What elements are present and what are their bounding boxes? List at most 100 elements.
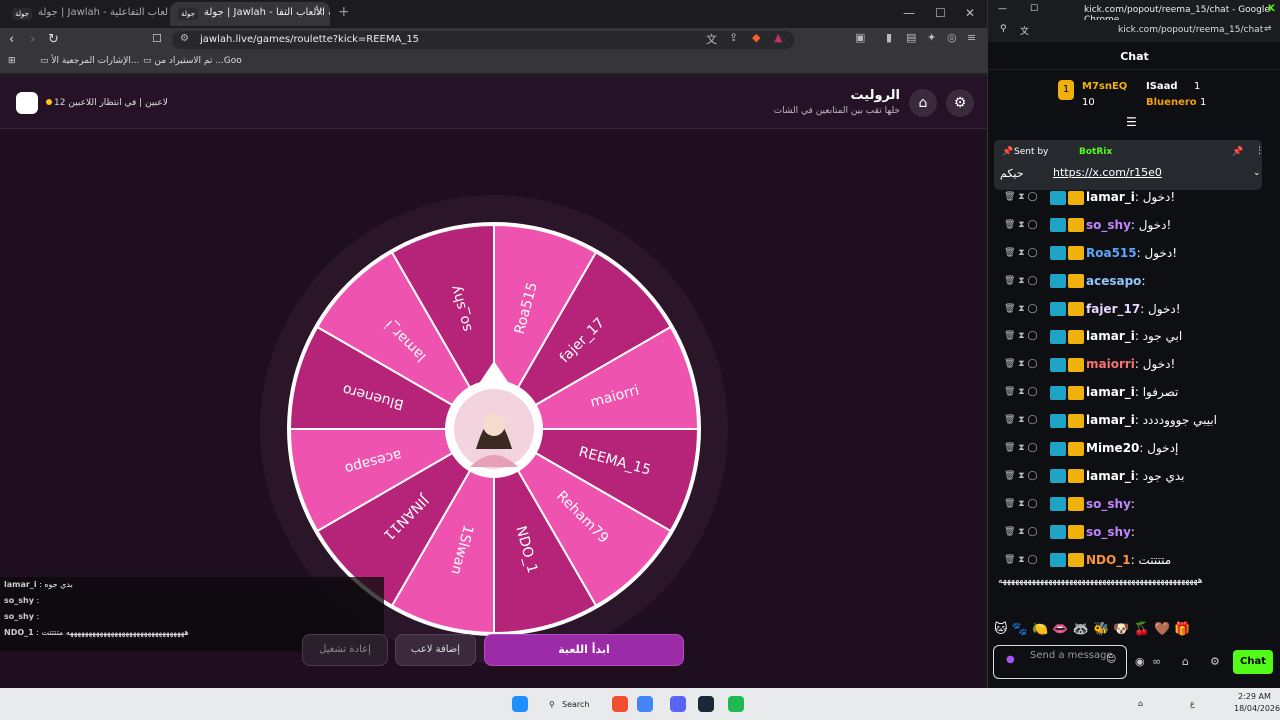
minimize-icon[interactable]: — [903, 6, 915, 20]
new-tab-icon[interactable]: + [338, 4, 350, 20]
screenshot-icon[interactable]: ▣ [855, 31, 865, 44]
forward-icon[interactable]: › [30, 32, 35, 47]
translate-icon[interactable]: 文 [706, 31, 717, 47]
window-menu-icon[interactable]: — [998, 4, 1007, 14]
vpn-icon[interactable]: ◎ [947, 31, 957, 44]
emote-icon[interactable]: 👄 [1052, 622, 1068, 637]
url-field[interactable]: ⚙ jawlah.live/games/roulette?kick=REEMA_1… [172, 31, 794, 49]
delete-icon[interactable]: 🗑 ⧗ ◯ [1004, 527, 1038, 537]
emote-icon[interactable]: 🦝 [1073, 622, 1089, 637]
emote-icon[interactable]: 🍒 [1134, 622, 1150, 637]
jawlah-logo-icon[interactable] [16, 92, 38, 114]
delete-icon[interactable]: 🗑 ⧗ ◯ [1004, 415, 1038, 425]
windows-start-icon[interactable] [512, 696, 528, 712]
search-icon[interactable]: ⚲ [549, 700, 555, 709]
site-info-icon[interactable]: ⚙ [180, 33, 189, 44]
close-tab-icon[interactable]: ✕ [315, 6, 324, 19]
chat-username[interactable]: so_shy [1086, 218, 1131, 232]
chat-username[interactable]: Roa515 [1086, 246, 1137, 260]
emote-icon[interactable]: 🐱 [994, 622, 1008, 637]
mic-icon[interactable]: ● [1006, 654, 1015, 665]
chat-username[interactable]: acesapo [1086, 274, 1141, 288]
start-game-button[interactable]: ابدأ اللعبة [484, 634, 684, 666]
add-player-button[interactable]: إضافة لاعب [395, 634, 476, 666]
restore-icon[interactable]: ☐ [1030, 4, 1038, 14]
language-icon[interactable]: ع [1190, 699, 1195, 708]
bookmark-folder-imported[interactable]: ▭ تم الاستيراد من ...Goo [143, 56, 242, 66]
infinity-icon[interactable]: ∞ [1152, 655, 1161, 668]
more-icon[interactable]: ⋮ [1255, 146, 1264, 156]
brave-shield-icon[interactable]: ◆ [752, 31, 760, 44]
emote-icon[interactable]: 🐶 [1113, 622, 1129, 637]
delete-icon[interactable]: 🗑 ⧗ ◯ [1004, 192, 1038, 202]
emote-icon[interactable]: 🍋 [1032, 622, 1048, 637]
maximize-icon[interactable]: ☐ [935, 6, 946, 20]
bookmark-icon[interactable]: ☐ [152, 32, 162, 45]
pinned-message[interactable]: 📌 Sent by BotRix 📌 ⋮ حيكم https://x.com/… [994, 140, 1264, 190]
delete-icon[interactable]: 🗑 ⧗ ◯ [1004, 471, 1038, 481]
rewards-icon[interactable]: ▲ [774, 31, 782, 44]
chat-username[interactable]: lamar_i [1086, 413, 1135, 427]
delete-icon[interactable]: 🗑 ⧗ ◯ [1004, 359, 1038, 369]
delete-icon[interactable]: 🗑 ⧗ ◯ [1004, 387, 1038, 397]
chat-username[interactable]: lamar_i [1086, 385, 1135, 399]
chat-username[interactable]: lamar_i [1086, 329, 1135, 343]
reset-button[interactable]: إعادة تشغيل [302, 634, 388, 666]
delete-icon[interactable]: 🗑 ⧗ ◯ [1004, 331, 1038, 341]
tab-jawlah-1[interactable]: جولة جولة | Jawlah - منصة الألعاب التفاعل… [4, 2, 168, 26]
discord-icon[interactable] [670, 696, 686, 712]
menu-icon[interactable]: ≡ [967, 31, 976, 44]
bits-icon[interactable]: ◉ [1135, 655, 1145, 668]
translate-icon[interactable]: 文 [1020, 24, 1029, 37]
chat-username[interactable]: fajer_17 [1086, 302, 1140, 316]
delete-icon[interactable]: 🗑 ⧗ ◯ [1004, 220, 1038, 230]
chat-username[interactable]: so_shy [1086, 525, 1131, 539]
store-icon[interactable]: ⌂ [1182, 655, 1189, 668]
reload-icon[interactable]: ↻ [48, 32, 59, 47]
steam-icon[interactable] [698, 696, 714, 712]
spotify-icon[interactable] [728, 696, 744, 712]
delete-icon[interactable]: 🗑 ⧗ ◯ [1004, 499, 1038, 509]
bookmark-folder-main[interactable]: ▭ الإشارات المرجعية الأ... [40, 56, 139, 66]
leo-icon[interactable]: ✦ [927, 31, 936, 44]
chat-username[interactable]: NDO_1 [1086, 553, 1131, 567]
chat-username[interactable]: so_shy [1086, 497, 1131, 511]
sidebar-icon[interactable]: ▮ [886, 31, 892, 44]
share-icon[interactable]: ⇪ [729, 31, 738, 44]
chat-settings-icon[interactable]: ⚙ [1210, 655, 1220, 668]
brave-icon[interactable] [612, 696, 628, 712]
chat-username[interactable]: maiorri [1086, 357, 1135, 371]
apps-icon[interactable]: ⊞ [8, 56, 16, 66]
emote-icon[interactable]: 🐝 [1093, 622, 1109, 637]
emote-icon[interactable]: 🎁 [1174, 622, 1190, 637]
delete-icon[interactable]: 🗑 ⧗ ◯ [1004, 555, 1038, 565]
search-icon[interactable]: ⚲ [1000, 24, 1007, 34]
delete-icon[interactable]: 🗑 ⧗ ◯ [1004, 304, 1038, 314]
subscriber-badge-icon [1050, 246, 1066, 261]
message-input[interactable]: ● Send a message ☺ [993, 645, 1127, 679]
taskbar-search[interactable]: Search [562, 700, 589, 709]
pin-toggle-icon[interactable]: 📌 [1232, 147, 1243, 157]
emoji-icon[interactable]: ☺ [1106, 654, 1116, 665]
back-icon[interactable]: ‹ [9, 32, 14, 47]
delete-icon[interactable]: 🗑 ⧗ ◯ [1004, 443, 1038, 453]
pin-list-icon[interactable]: ☰ [1126, 115, 1137, 129]
chat-username[interactable]: lamar_i [1086, 190, 1135, 204]
tab-jawlah-2[interactable]: جولة جولة | Jawlah - منصة الألعاب التفا✕ [170, 2, 330, 26]
window-close-icon[interactable]: ✕ [965, 6, 975, 20]
home-button[interactable]: ⌂ [909, 89, 937, 117]
emote-icon[interactable]: 🤎 [1154, 622, 1170, 637]
wallet-icon[interactable]: ▤ [906, 31, 916, 44]
chevron-down-icon[interactable]: ⌄ [1253, 168, 1261, 178]
chat-username[interactable]: lamar_i [1086, 469, 1135, 483]
tune-icon[interactable]: ⇌ [1264, 24, 1272, 34]
chat-username[interactable]: Mime20 [1086, 441, 1139, 455]
network-icon[interactable]: ⌂ [1138, 699, 1143, 708]
pinned-link[interactable]: https://x.com/r15e0 [1053, 166, 1162, 179]
send-chat-button[interactable]: Chat [1233, 650, 1273, 674]
delete-icon[interactable]: 🗑 ⧗ ◯ [1004, 248, 1038, 258]
settings-button[interactable]: ⚙ [946, 89, 974, 117]
delete-icon[interactable]: 🗑 ⧗ ◯ [1004, 276, 1038, 286]
chrome-icon[interactable] [637, 696, 653, 712]
emote-icon[interactable]: 🐾 [1012, 622, 1028, 637]
